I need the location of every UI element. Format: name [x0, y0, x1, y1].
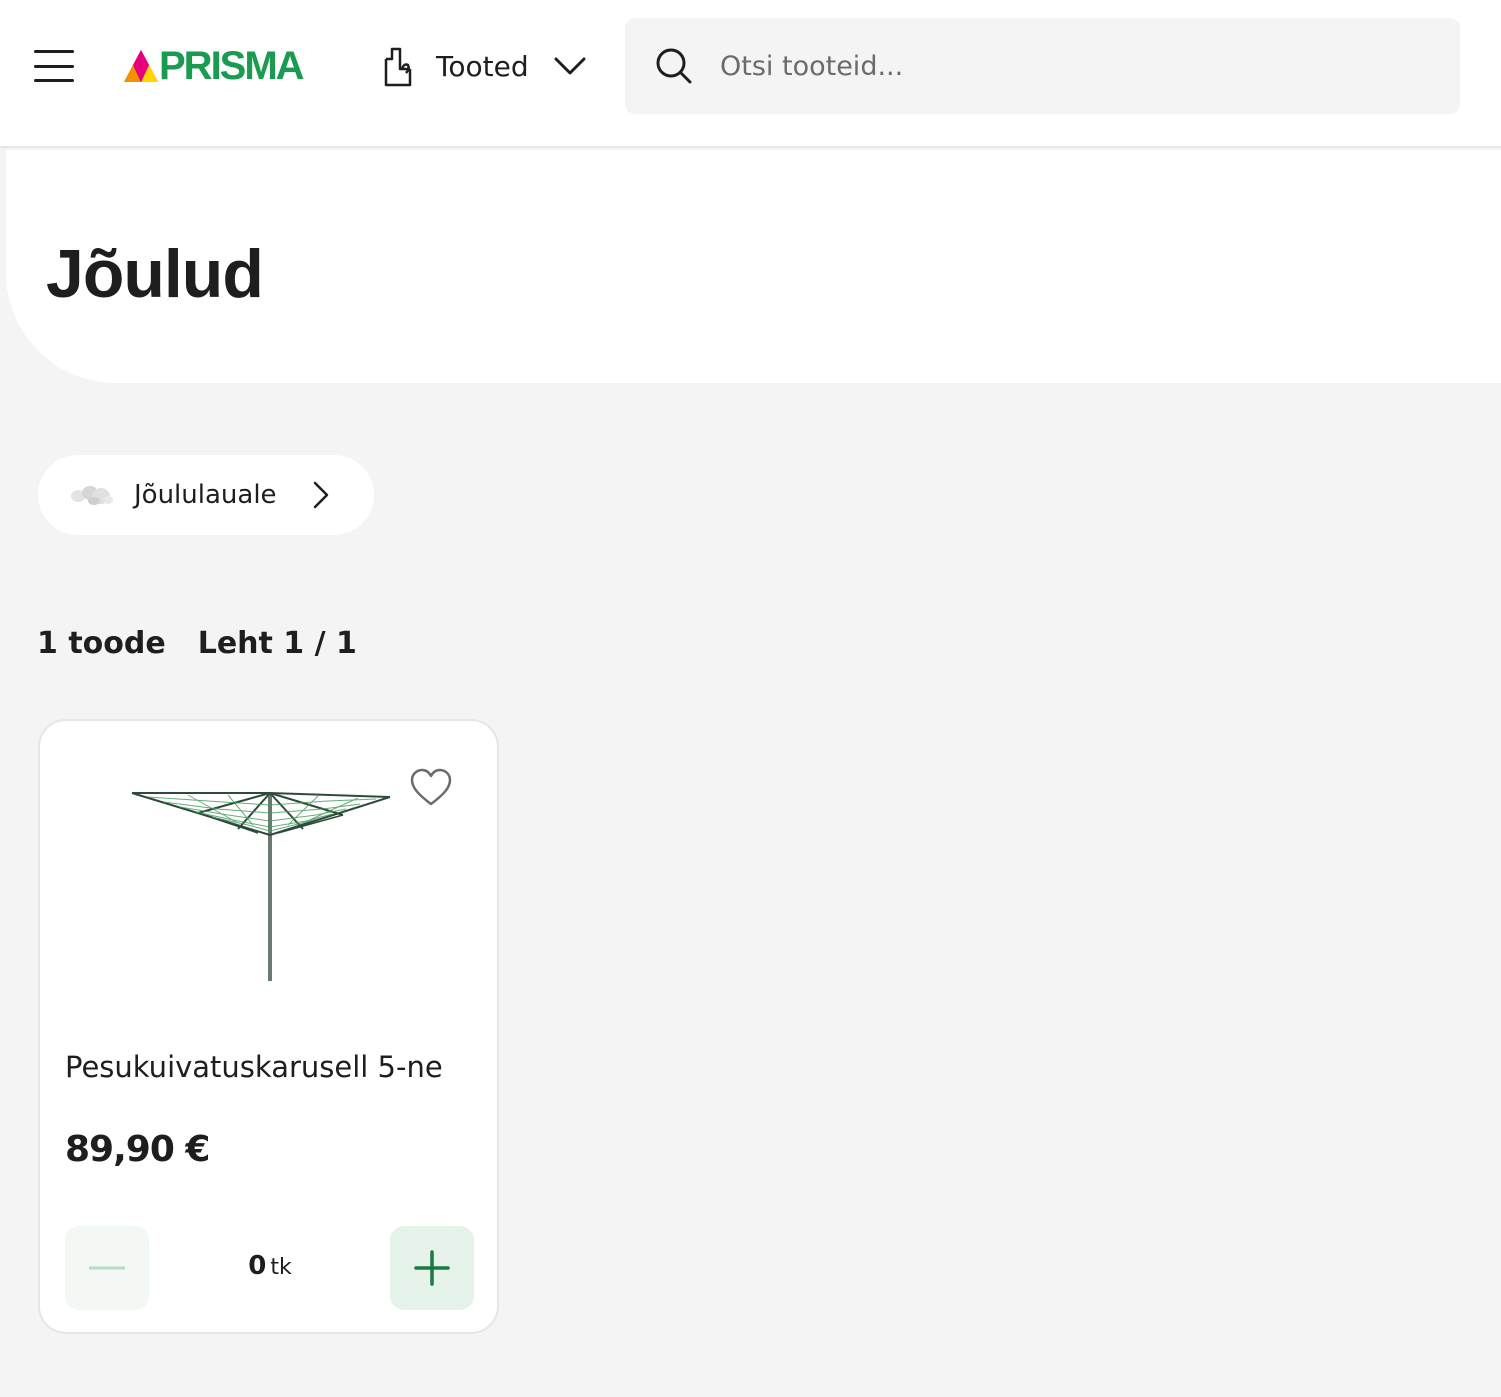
products-menu-button[interactable]: Tooted: [380, 42, 587, 90]
results-summary: 1 toode Leht 1 / 1: [37, 626, 357, 661]
search-icon[interactable]: [655, 47, 693, 85]
search-bar[interactable]: [625, 18, 1460, 114]
subcategory-label: Jõululauale: [134, 480, 277, 510]
product-price: 89,90 €: [65, 1129, 210, 1170]
shopping-bag-icon: [384, 47, 412, 87]
logo-triangle-icon: [124, 50, 158, 82]
logo-text: PRISMA: [159, 44, 305, 88]
prisma-logo[interactable]: PRISMA: [124, 44, 305, 88]
plus-icon: [414, 1250, 450, 1286]
product-name[interactable]: Pesukuivatuskarusell 5-ne: [65, 1050, 485, 1084]
quantity-unit: tk: [270, 1255, 292, 1280]
decrease-quantity-button[interactable]: [65, 1226, 149, 1310]
hamburger-icon[interactable]: [34, 50, 74, 82]
heart-icon[interactable]: [409, 768, 453, 808]
search-input[interactable]: [720, 36, 1420, 96]
product-card[interactable]: Pesukuivatuskarusell 5-ne 89,90 € 0 tk: [38, 719, 499, 1334]
result-count: 1 toode: [37, 626, 166, 661]
quantity-value: 0: [248, 1251, 267, 1281]
subcategory-chip-joululauale[interactable]: Jõululauale: [38, 455, 374, 535]
chevron-down-icon: [554, 57, 586, 75]
page-indicator: Leht 1 / 1: [197, 626, 357, 661]
page-hero: Jõulud: [6, 150, 1501, 383]
subcategory-thumbnail-icon: [71, 486, 113, 505]
chevron-right-icon: [313, 481, 328, 509]
products-menu-label: Tooted: [436, 49, 529, 83]
site-header: PRISMA Tooted: [0, 0, 1501, 148]
increase-quantity-button[interactable]: [390, 1226, 474, 1310]
minus-icon: [89, 1266, 125, 1270]
page-title: Jõulud: [46, 236, 264, 312]
product-image[interactable]: [128, 783, 392, 983]
quantity-display: 0 tk: [150, 1251, 390, 1287]
